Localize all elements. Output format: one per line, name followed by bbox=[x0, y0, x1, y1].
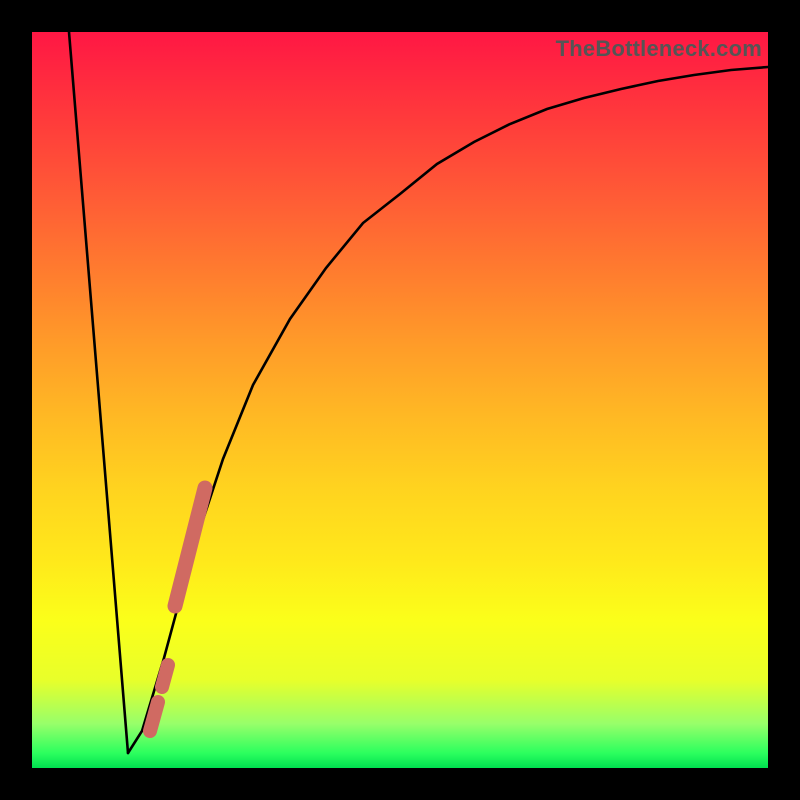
chart-svg bbox=[32, 32, 768, 768]
plot-area: TheBottleneck.com bbox=[32, 32, 768, 768]
curve-right bbox=[128, 67, 768, 753]
highlight-lower-1 bbox=[150, 702, 158, 731]
highlight-lower-2 bbox=[162, 665, 168, 687]
chart-frame: TheBottleneck.com bbox=[0, 0, 800, 800]
curve-left bbox=[69, 32, 128, 753]
highlight-upper bbox=[175, 488, 205, 606]
